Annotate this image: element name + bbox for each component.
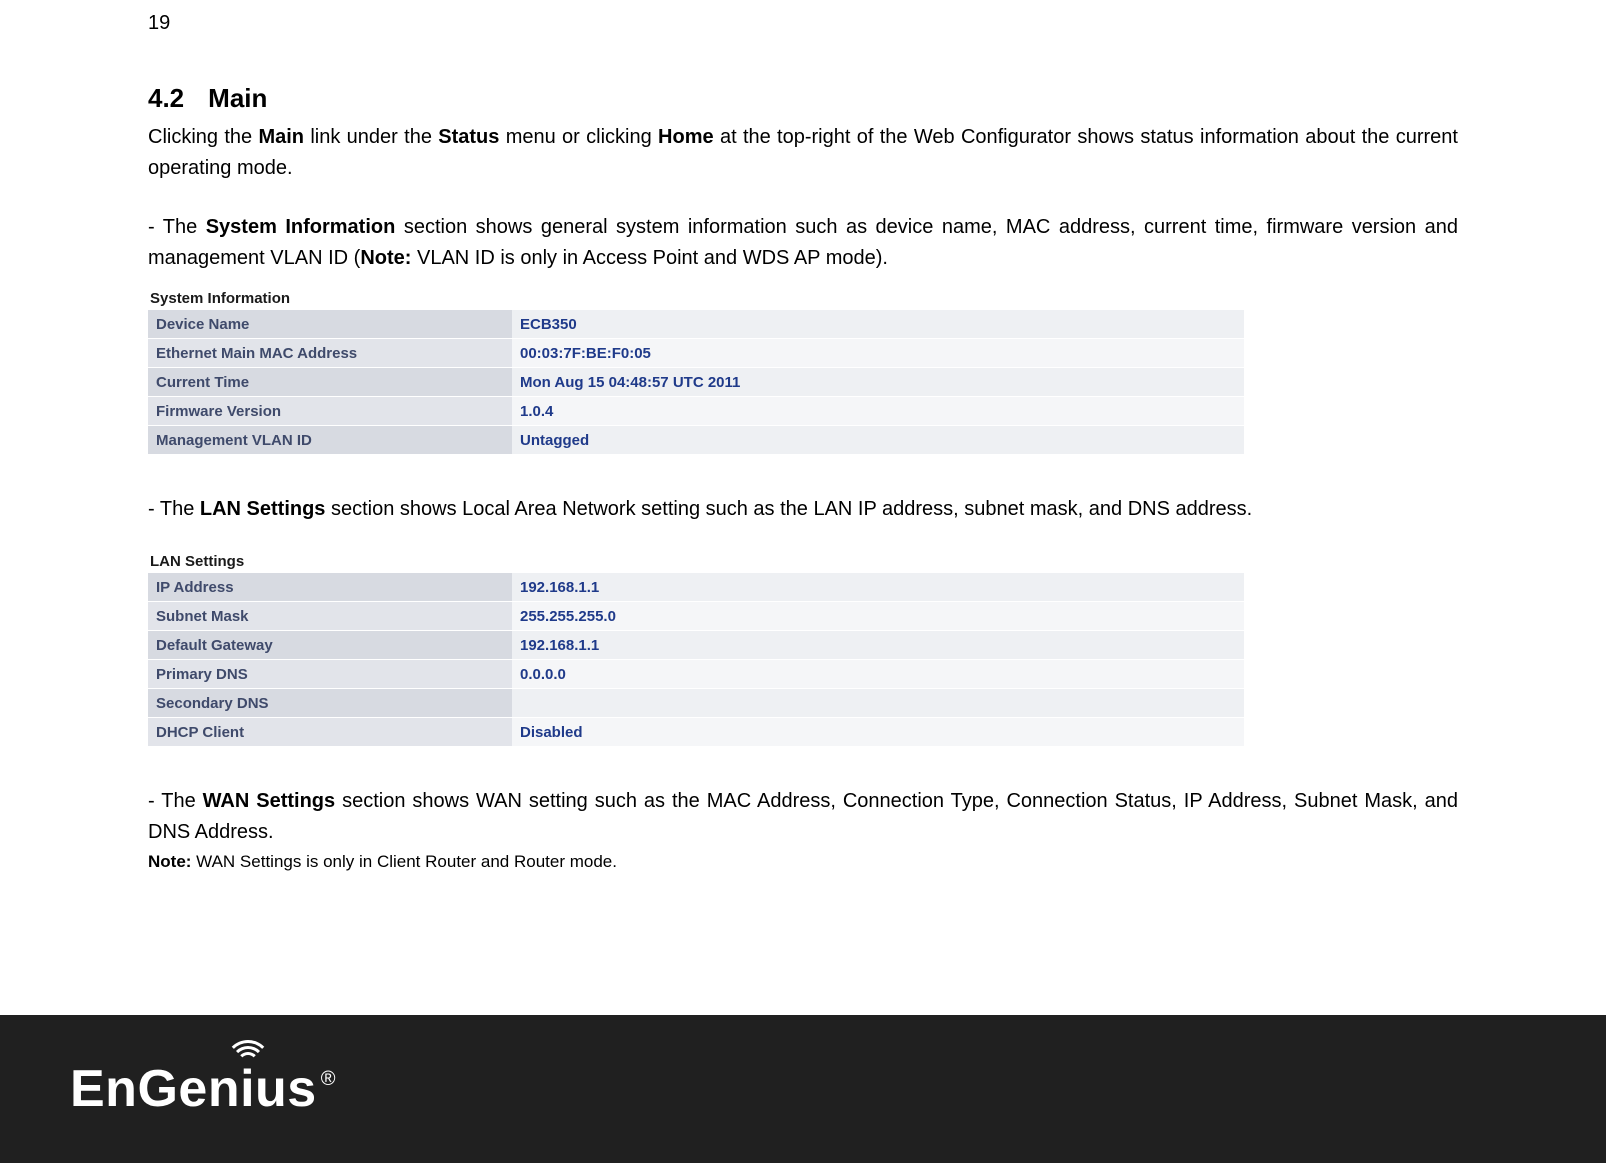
cell-label: Management VLAN ID [148,426,512,455]
cell-value: ECB350 [512,310,1244,339]
wifi-arc [225,1040,271,1063]
system-information-table: Device NameECB350 Ethernet Main MAC Addr… [148,309,1244,454]
table-row: Management VLAN IDUntagged [148,426,1244,455]
table-row: IP Address192.168.1.1 [148,573,1244,602]
text-bold: LAN Settings [200,498,326,520]
text-run: section shows WAN setting such as the MA… [148,790,1458,843]
text-run: link under the [304,126,438,148]
table-caption: LAN Settings [150,553,1244,570]
text-bold: Status [438,126,499,148]
table-caption: System Information [150,290,1244,307]
system-information-table-wrap: System Information Device NameECB350 Eth… [148,290,1244,454]
table-row: DHCP ClientDisabled [148,718,1244,747]
text-run: - The [148,790,203,812]
section-heading: 4.2 Main [148,83,1458,114]
cell-value: Untagged [512,426,1244,455]
cell-label: IP Address [148,573,512,602]
text-run: menu or clicking [499,126,658,148]
lan-bullet: - The LAN Settings section shows Local A… [148,494,1458,525]
text-run: - The [148,216,206,238]
cell-label: Primary DNS [148,660,512,689]
cell-label: Ethernet Main MAC Address [148,339,512,368]
text-run: VLAN ID is only in Access Point and WDS … [411,247,888,269]
page-number: 19 [148,12,1458,35]
heading-number: 4.2 [148,83,184,114]
table-row: Primary DNS0.0.0.0 [148,660,1244,689]
cell-value: 00:03:7F:BE:F0:05 [512,339,1244,368]
cell-label: Firmware Version [148,397,512,426]
table-row: Subnet Mask255.255.255.0 [148,602,1244,631]
text-bold: WAN Settings [203,790,336,812]
engenius-logo: EnGen i us® [70,1063,335,1115]
cell-value: Disabled [512,718,1244,747]
registered-mark: ® [321,1068,336,1091]
table-row: Current TimeMon Aug 15 04:48:57 UTC 2011 [148,368,1244,397]
text-bold: Main [258,126,304,148]
table-row: Ethernet Main MAC Address00:03:7F:BE:F0:… [148,339,1244,368]
cell-label: Subnet Mask [148,602,512,631]
logo-text-post: us [255,1063,317,1115]
cell-value: 192.168.1.1 [512,631,1244,660]
table-row: Default Gateway192.168.1.1 [148,631,1244,660]
text-run: Clicking the [148,126,258,148]
intro-paragraph: Clicking the Main link under the Status … [148,122,1458,184]
logo-i: i [240,1060,255,1118]
table-row: Firmware Version1.0.4 [148,397,1244,426]
table-row: Device NameECB350 [148,310,1244,339]
cell-label: DHCP Client [148,718,512,747]
text-run: WAN Settings is only in Client Router an… [191,852,617,871]
content-area: 19 4.2 Main Clicking the Main link under … [148,12,1458,872]
wan-note: Note: WAN Settings is only in Client Rou… [148,852,1458,872]
lan-settings-table-wrap: LAN Settings IP Address192.168.1.1 Subne… [148,553,1244,746]
cell-value: 1.0.4 [512,397,1244,426]
text-run: section shows Local Area Network setting… [325,498,1252,520]
cell-label: Secondary DNS [148,689,512,718]
table-row: Secondary DNS [148,689,1244,718]
heading-title: Main [208,83,267,113]
cell-value: 255.255.255.0 [512,602,1244,631]
wifi-icon [226,1041,270,1063]
cell-value [512,689,1244,718]
cell-value: Mon Aug 15 04:48:57 UTC 2011 [512,368,1244,397]
cell-label: Default Gateway [148,631,512,660]
logo-text-pre: EnGen [70,1063,240,1115]
text-bold: System Information [206,216,396,238]
sysinfo-bullet: - The System Information section shows g… [148,212,1458,274]
wan-bullet: - The WAN Settings section shows WAN set… [148,786,1458,848]
text-bold: Note: [148,852,191,871]
text-bold: Note: [360,247,411,269]
cell-label: Current Time [148,368,512,397]
cell-value: 192.168.1.1 [512,573,1244,602]
lan-settings-table: IP Address192.168.1.1 Subnet Mask255.255… [148,572,1244,746]
cell-value: 0.0.0.0 [512,660,1244,689]
footer-bar: EnGen i us® [0,1015,1606,1163]
cell-label: Device Name [148,310,512,339]
logo-i-wrapper: i [240,1063,255,1115]
text-run: - The [148,498,200,520]
document-page: 19 4.2 Main Clicking the Main link under … [0,0,1606,1163]
text-bold: Home [658,126,714,148]
